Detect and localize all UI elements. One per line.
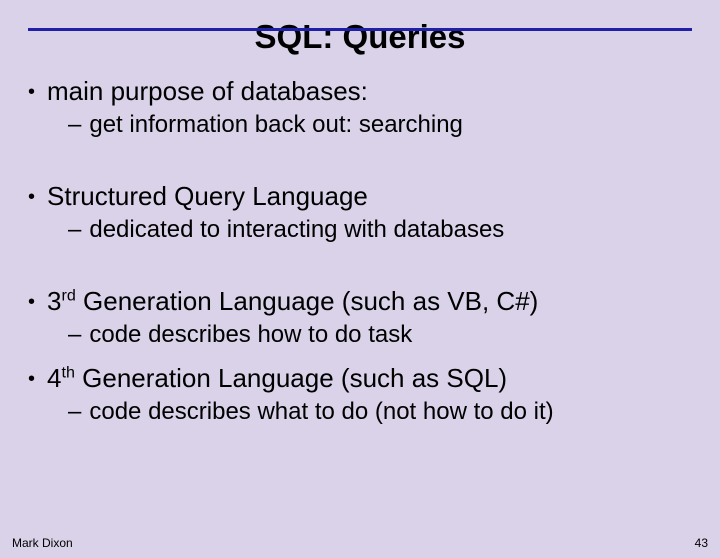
subbullet-text: get information back out: searching <box>89 111 463 139</box>
bullet-4gl: • 4th Generation Language (such as SQL) <box>28 363 692 394</box>
dash-icon: – <box>68 398 81 426</box>
footer-author: Mark Dixon <box>12 536 73 550</box>
txt: Generation Language (such as VB, C#) <box>76 286 539 316</box>
subbullet-searching: – get information back out: searching <box>68 111 692 139</box>
subbullet-text: code describes how to do task <box>89 321 412 349</box>
bullet-text: 4th Generation Language (such as SQL) <box>47 363 507 394</box>
bullet-3gl: • 3rd Generation Language (such as VB, C… <box>28 286 692 317</box>
subbullet-text: code describes what to do (not how to do… <box>89 398 553 426</box>
bullet-text: 3rd Generation Language (such as VB, C#) <box>47 286 538 317</box>
bullet-dot-icon: • <box>28 187 35 207</box>
bullet-dot-icon: • <box>28 292 35 312</box>
subbullet-what: – code describes what to do (not how to … <box>68 398 692 426</box>
ordinal-sup: rd <box>61 286 75 304</box>
bullet-dot-icon: • <box>28 82 35 102</box>
bullet-text: main purpose of databases: <box>47 76 368 107</box>
divider-top <box>28 28 692 31</box>
footer-page: 43 <box>695 536 708 550</box>
footer: Mark Dixon 43 <box>12 536 708 550</box>
txt: 3 <box>47 286 61 316</box>
slide-content: • main purpose of databases: – get infor… <box>0 76 720 426</box>
subbullet-text: dedicated to interacting with databases <box>89 216 504 244</box>
bullet-sql: • Structured Query Language <box>28 181 692 212</box>
bullet-dot-icon: • <box>28 369 35 389</box>
txt: Generation Language (such as SQL) <box>75 363 507 393</box>
subbullet-how: – code describes how to do task <box>68 321 692 349</box>
dash-icon: – <box>68 216 81 244</box>
bullet-main-purpose: • main purpose of databases: <box>28 76 692 107</box>
slide-title: SQL: Queries <box>0 18 720 56</box>
ordinal-sup: th <box>61 363 74 381</box>
dash-icon: – <box>68 111 81 139</box>
bullet-text: Structured Query Language <box>47 181 368 212</box>
txt: 4 <box>47 363 61 393</box>
subbullet-dedicated: – dedicated to interacting with database… <box>68 216 692 244</box>
dash-icon: – <box>68 321 81 349</box>
